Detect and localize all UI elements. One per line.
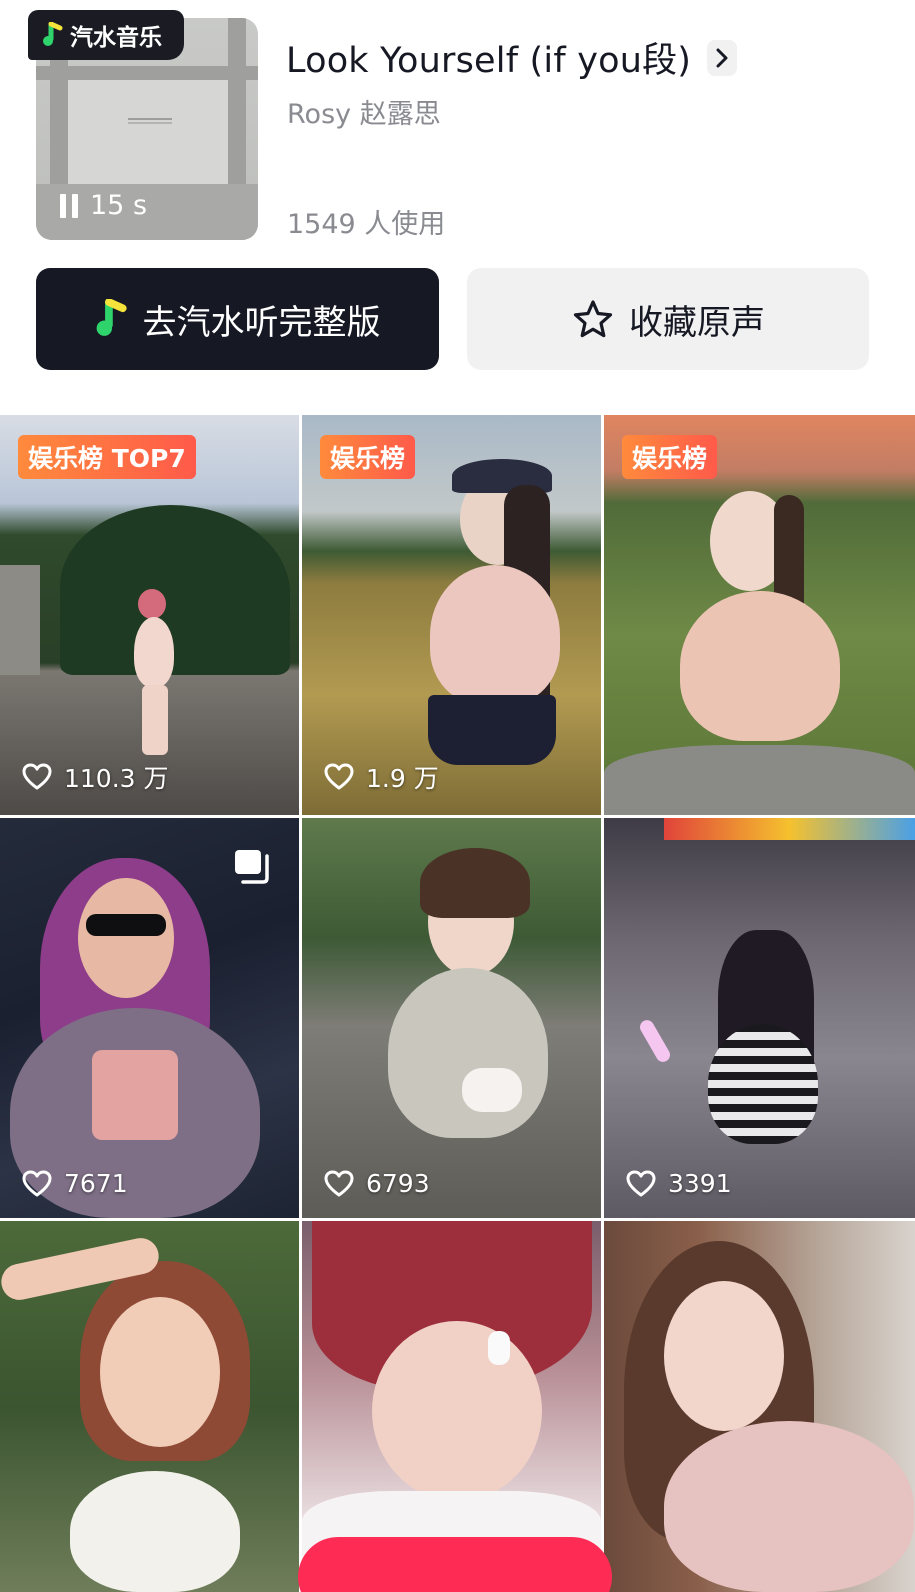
listen-full-label: 去汽水听完整版 (142, 302, 381, 343)
heart-icon (626, 1170, 656, 1198)
white-top (70, 1471, 240, 1592)
song-title-row[interactable]: Look Yourself (if you段) (286, 32, 738, 83)
dancer-legs (142, 685, 168, 755)
entertainment-chart-tag: 娱乐榜 (320, 435, 416, 479)
chevron-right-icon[interactable] (707, 39, 738, 76)
like-count-label: 1.9 万 (366, 764, 439, 793)
favorite-label: 收藏原声 (629, 302, 765, 343)
entertainment-chart-tag: 娱乐榜 (622, 435, 718, 479)
pink-sweater (664, 1421, 914, 1592)
favorite-sound-button[interactable]: 收藏原声 (467, 268, 869, 370)
multi-image-icon (233, 848, 273, 884)
video-card[interactable]: 娱乐榜 (604, 415, 915, 815)
sailor-top (430, 565, 560, 705)
duration-label: 15 s (90, 190, 148, 221)
pause-icon[interactable] (60, 193, 78, 218)
sleeping-figure-face (372, 1321, 542, 1501)
like-count-label: 7671 (64, 1169, 128, 1198)
cover-paper (68, 80, 228, 184)
house-silhouette (0, 565, 40, 675)
like-count-label: 110.3 万 (64, 764, 169, 793)
video-grid: 娱乐榜 TOP7 110.3 万 娱乐榜 1.9 万 娱乐榜 7671 6793… (0, 415, 915, 1592)
sitting-body (680, 591, 840, 741)
stage-banner (664, 818, 915, 840)
song-title: Look Yourself (if you段) (286, 41, 692, 81)
qishui-note-icon (95, 299, 129, 339)
like-count: 6793 (324, 1169, 430, 1198)
video-card[interactable] (0, 1221, 299, 1592)
video-card[interactable]: 3391 (604, 818, 915, 1218)
artist-name[interactable]: Rosy 赵露思 (287, 92, 441, 131)
crop-top (92, 1050, 178, 1140)
like-count-label: 3391 (668, 1169, 732, 1198)
ponytail-hair (420, 848, 530, 918)
rock (604, 745, 915, 815)
star-icon (571, 297, 615, 341)
heart-icon (324, 1170, 354, 1198)
video-card[interactable]: 娱乐榜 TOP7 110.3 万 (0, 415, 299, 815)
pink-sweater-figure-head (664, 1281, 784, 1431)
use-sound-button-edge[interactable] (298, 1537, 612, 1592)
pleated-skirt (428, 695, 556, 765)
smiling-figure-head (100, 1297, 220, 1447)
tree-silhouette (60, 505, 290, 675)
heart-icon (324, 763, 354, 791)
usage-count: 1549 人使用 (287, 209, 446, 240)
video-card[interactable]: 娱乐榜 1.9 万 (302, 415, 601, 815)
sunglasses (86, 914, 166, 936)
like-count-label: 6793 (366, 1169, 430, 1198)
play-control[interactable]: 15 s (60, 190, 147, 221)
qishui-music-badge[interactable]: 汽水音乐 (28, 10, 184, 60)
striped-top (708, 1024, 818, 1144)
like-count: 1.9 万 (324, 759, 439, 795)
entertainment-chart-tag: 娱乐榜 TOP7 (18, 435, 196, 479)
video-card[interactable]: 7671 (0, 818, 299, 1218)
dancer-head (138, 589, 166, 619)
cover-paper-text (128, 118, 172, 124)
qishui-badge-label: 汽水音乐 (70, 25, 162, 51)
sunglasses-figure-head (78, 878, 174, 998)
listen-full-version-button[interactable]: 去汽水听完整版 (36, 268, 439, 370)
qishui-note-icon (42, 22, 64, 48)
earbud (488, 1331, 510, 1365)
heart-icon (22, 1170, 52, 1198)
dancer-body (134, 617, 174, 687)
like-count: 7671 (22, 1169, 128, 1198)
heart-icon (22, 763, 52, 791)
cover-window-frame (36, 66, 258, 80)
like-count: 3391 (626, 1169, 732, 1198)
video-card[interactable] (604, 1221, 915, 1592)
video-card[interactable]: 6793 (302, 818, 601, 1218)
like-count: 110.3 万 (22, 759, 169, 795)
vest-top (388, 968, 548, 1138)
lace-cuff (462, 1068, 522, 1112)
